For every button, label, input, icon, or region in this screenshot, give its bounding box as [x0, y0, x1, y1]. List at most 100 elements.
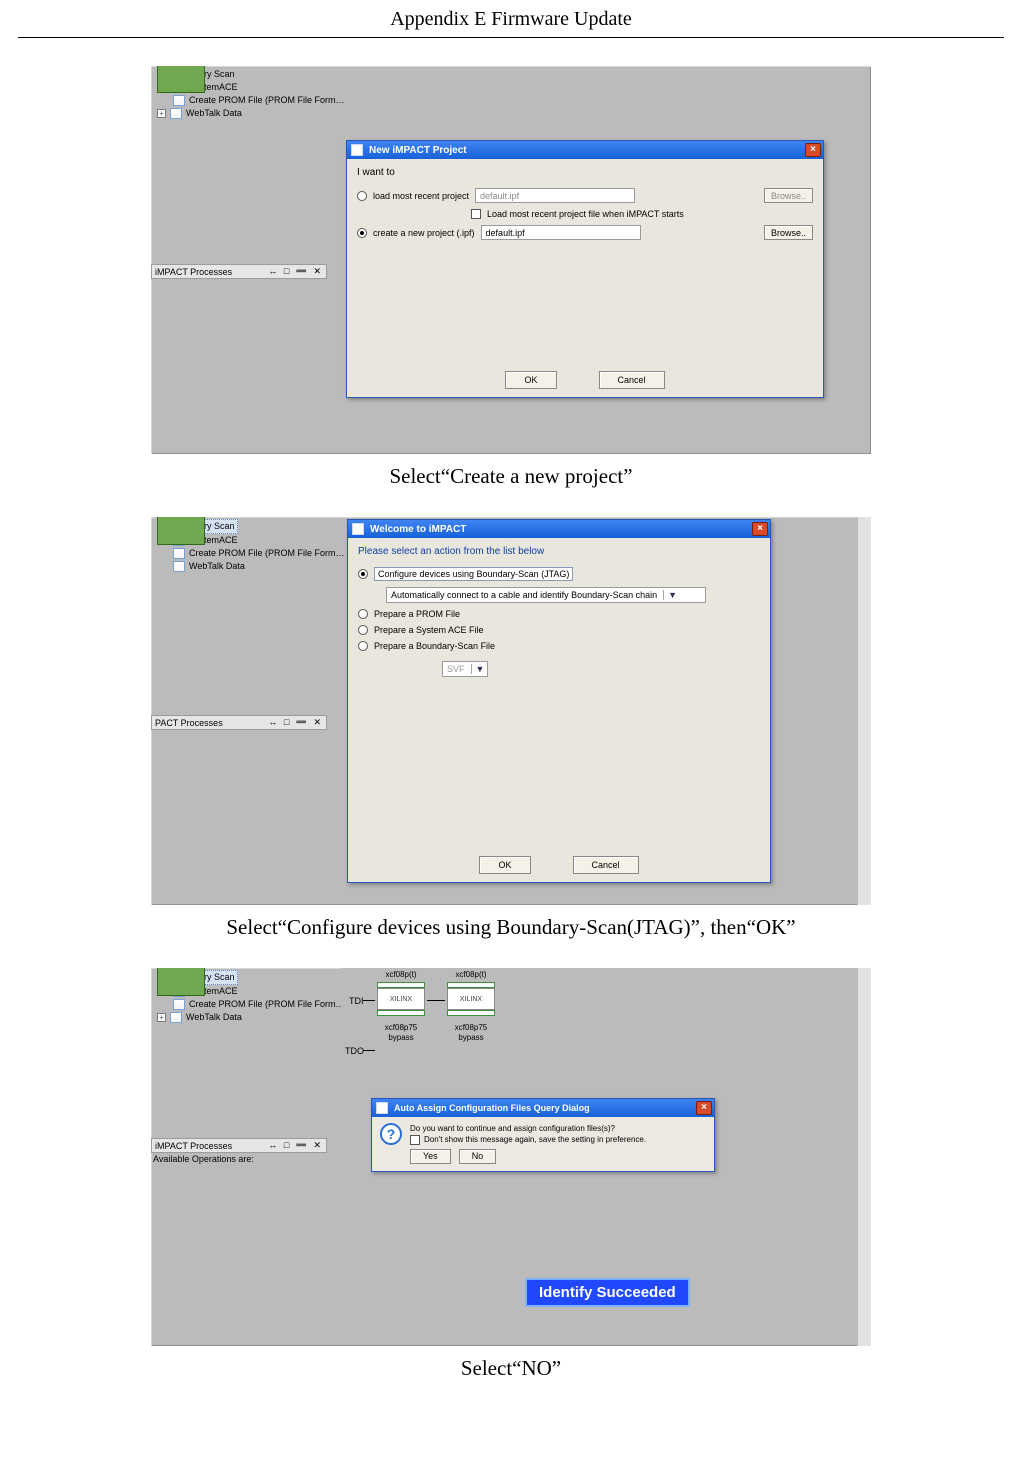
- chip1-name-label: xcf08p75: [377, 1023, 425, 1033]
- header-rule: [18, 37, 1004, 38]
- option-label: Prepare a Boundary-Scan File: [374, 641, 495, 651]
- scrollbar[interactable]: [857, 517, 871, 905]
- instruction-label: Please select an action from the list be…: [358, 546, 760, 557]
- tree-label: WebTalk Data: [186, 107, 242, 120]
- option-label: create a new project (.ipf): [373, 228, 475, 238]
- browse-button[interactable]: Browse..: [764, 225, 813, 240]
- processes-panel-header: PACT Processes ↔ □ ➖ ✕: [151, 715, 327, 730]
- tree-item-webtalk[interactable]: + WebTalk Data: [157, 1011, 345, 1024]
- radio-icon[interactable]: [358, 625, 368, 635]
- prepare-bsf-option[interactable]: Prepare a Boundary-Scan File: [358, 641, 760, 651]
- tree-item-create-prom[interactable]: Create PROM File (PROM File Form…: [157, 547, 345, 560]
- tree-item-webtalk[interactable]: WebTalk Data: [157, 560, 345, 573]
- page-icon: [173, 548, 185, 559]
- query-line-1: Do you want to continue and assign confi…: [410, 1123, 646, 1134]
- radio-icon[interactable]: [357, 191, 367, 201]
- radio-icon[interactable]: [358, 569, 368, 579]
- tdi-label: TDI: [349, 996, 364, 1006]
- chip1-bypass-label: bypass: [377, 1033, 425, 1043]
- close-icon[interactable]: ×: [805, 143, 821, 157]
- auto-assign-dialog: Auto Assign Configuration Files Query Di…: [371, 1098, 715, 1172]
- available-ops-label: Available Operations are:: [153, 1154, 254, 1164]
- new-project-dialog: New iMPACT Project × I want to load most…: [346, 140, 824, 398]
- expand-icon[interactable]: +: [157, 1013, 166, 1022]
- tree-label: Create PROM File (PROM File Form…: [189, 998, 345, 1011]
- cancel-button[interactable]: Cancel: [573, 856, 639, 874]
- tree-item-create-prom[interactable]: Create PROM File (PROM File Form…: [157, 998, 345, 1011]
- chip2-top-label: xcf08p(t): [447, 970, 495, 980]
- tree-item-boundary-scan[interactable]: - Boundary Scan: [157, 519, 345, 534]
- svf-dropdown[interactable]: SVF ▼: [442, 661, 488, 677]
- prepare-ace-option[interactable]: Prepare a System ACE File: [358, 625, 760, 635]
- caption-3: Select“NO”: [0, 1356, 1022, 1381]
- no-button[interactable]: No: [459, 1149, 497, 1164]
- chevron-down-icon: ▼: [471, 664, 485, 674]
- page-icon: [170, 108, 182, 119]
- scrollbar[interactable]: [857, 968, 871, 1346]
- panel-controls-icon[interactable]: ↔ □ ➖ ✕: [268, 266, 323, 277]
- load-recent-option[interactable]: load most recent project default.ipf Bro…: [357, 188, 813, 203]
- chip-body-label: XILINX: [377, 988, 425, 1010]
- radio-icon[interactable]: [357, 228, 367, 238]
- i-want-to-label: I want to: [357, 167, 813, 178]
- chain-icon: [157, 517, 205, 545]
- figure-3: + Boundary Scan SystemACE Create PROM Fi…: [0, 968, 1022, 1346]
- chip2-name-label: xcf08p75: [447, 1023, 495, 1033]
- screenshot-2: - Boundary Scan SystemACE Create PROM Fi…: [151, 517, 871, 905]
- option-label: Prepare a PROM File: [374, 609, 460, 619]
- tdo-label: TDO: [345, 1046, 364, 1056]
- load-recent-field[interactable]: default.ipf: [475, 188, 635, 203]
- create-new-field[interactable]: default.ipf: [481, 225, 641, 240]
- welcome-dialog: Welcome to iMPACT × Please select an act…: [347, 519, 771, 883]
- chip-device[interactable]: XILINX: [447, 982, 495, 1018]
- nav-tree: Boundary Scan SystemACE Create PROM File…: [157, 68, 345, 120]
- yes-button[interactable]: Yes: [410, 1149, 451, 1164]
- identify-succeeded-toast: Identify Succeeded: [525, 1278, 690, 1307]
- question-icon: ?: [380, 1123, 402, 1145]
- dialog-titlebar[interactable]: Welcome to iMPACT ×: [348, 520, 770, 538]
- dialog-title-text: Auto Assign Configuration Files Query Di…: [394, 1103, 590, 1113]
- expand-icon[interactable]: +: [157, 109, 166, 118]
- cancel-button[interactable]: Cancel: [599, 371, 665, 389]
- tree-item-boundary-scan[interactable]: + Boundary Scan: [157, 970, 345, 985]
- dropdown-value: SVF: [447, 664, 465, 674]
- panel-controls-icon[interactable]: ↔ □ ➖ ✕: [268, 1140, 323, 1151]
- page-title: Appendix E Firmware Update: [0, 0, 1022, 37]
- close-icon[interactable]: ×: [696, 1101, 712, 1115]
- load-on-start-row[interactable]: Load most recent project file when iMPAC…: [471, 209, 813, 219]
- config-jtag-option[interactable]: Configure devices using Boundary-Scan (J…: [358, 567, 760, 581]
- auto-connect-dropdown[interactable]: Automatically connect to a cable and ide…: [386, 587, 706, 603]
- panel-controls-icon[interactable]: ↔ □ ➖ ✕: [268, 717, 323, 728]
- caption-2: Select“Configure devices using Boundary-…: [0, 915, 1022, 940]
- tree-item-create-prom[interactable]: Create PROM File (PROM File Form…: [157, 94, 345, 107]
- processes-label: iMPACT Processes: [155, 267, 232, 277]
- figure-1: Boundary Scan SystemACE Create PROM File…: [0, 66, 1022, 454]
- screenshot-1: Boundary Scan SystemACE Create PROM File…: [151, 66, 871, 454]
- radio-icon[interactable]: [358, 609, 368, 619]
- browse-button[interactable]: Browse..: [764, 188, 813, 203]
- ok-button[interactable]: OK: [479, 856, 530, 874]
- dialog-titlebar[interactable]: Auto Assign Configuration Files Query Di…: [372, 1099, 714, 1117]
- dialog-title-text: New iMPACT Project: [369, 145, 467, 156]
- tree-item-webtalk[interactable]: + WebTalk Data: [157, 107, 345, 120]
- option-label: load most recent project: [373, 191, 469, 201]
- close-icon[interactable]: ×: [752, 522, 768, 536]
- checkbox-icon[interactable]: [410, 1135, 420, 1145]
- caption-1: Select“Create a new project”: [0, 464, 1022, 489]
- chevron-down-icon: ▼: [663, 590, 677, 600]
- nav-tree: + Boundary Scan SystemACE Create PROM Fi…: [157, 970, 345, 1024]
- tree-item-boundary-scan[interactable]: Boundary Scan: [157, 68, 345, 81]
- page-icon: [173, 561, 185, 572]
- ok-button[interactable]: OK: [505, 371, 556, 389]
- checkbox-icon[interactable]: [471, 209, 481, 219]
- create-new-option[interactable]: create a new project (.ipf) default.ipf …: [357, 225, 813, 240]
- radio-icon[interactable]: [358, 641, 368, 651]
- chip-device[interactable]: XILINX: [377, 982, 425, 1018]
- page-icon: [173, 999, 185, 1010]
- chip1-top-label: xcf08p(t): [377, 970, 425, 980]
- screenshot-3: + Boundary Scan SystemACE Create PROM Fi…: [151, 968, 871, 1346]
- processes-panel-header: iMPACT Processes ↔ □ ➖ ✕: [151, 264, 327, 279]
- prepare-prom-option[interactable]: Prepare a PROM File: [358, 609, 760, 619]
- dialog-titlebar[interactable]: New iMPACT Project ×: [347, 141, 823, 159]
- tree-label: WebTalk Data: [189, 560, 245, 573]
